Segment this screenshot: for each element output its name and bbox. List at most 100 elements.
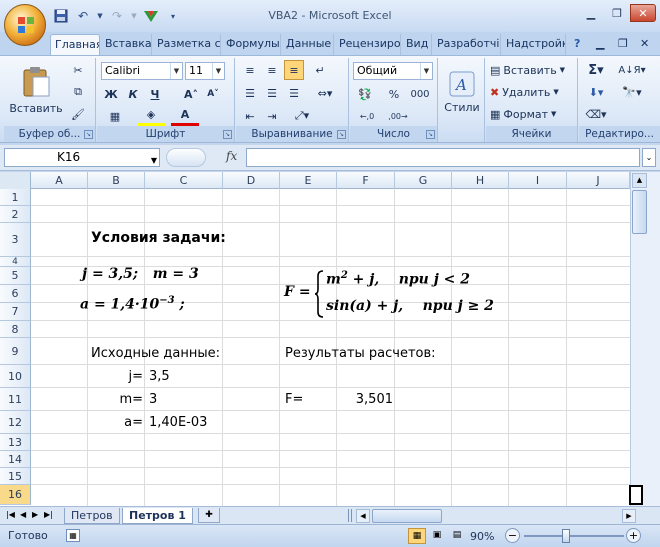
format-painter-icon[interactable]: 🖌 <box>68 104 88 124</box>
increase-indent-icon[interactable]: ⇥ <box>262 106 282 126</box>
insert-function-icon[interactable]: fx <box>226 149 237 163</box>
column-header-b[interactable]: B <box>88 172 145 189</box>
bold-button[interactable]: Ж <box>101 84 121 104</box>
zoom-in-button[interactable]: + <box>626 528 641 543</box>
scroll-left-icon[interactable]: ◀ <box>356 509 370 523</box>
sheet-nav-last-icon[interactable]: ▶| <box>44 510 53 519</box>
select-all-corner[interactable] <box>0 172 31 189</box>
autosum-icon[interactable]: Σ▾ <box>583 60 609 80</box>
align-middle-icon[interactable]: ≡ <box>262 60 282 80</box>
row-header-10[interactable]: 10 <box>0 365 31 388</box>
tab-insert[interactable]: Вставка <box>101 34 152 56</box>
sheet-tab-petrov[interactable]: Петров <box>64 508 120 524</box>
ribbon-minimize-icon[interactable]: ▁ <box>592 34 612 56</box>
macro-record-icon[interactable]: ▦ <box>66 529 80 542</box>
decrease-decimal-icon[interactable]: ,00→ <box>384 106 412 126</box>
sheet-tab-petrov-1[interactable]: Петров 1 <box>122 508 193 524</box>
tab-formulas[interactable]: Формулы <box>222 34 281 56</box>
cell-c10[interactable]: 3,5 <box>149 369 170 384</box>
row-header-4[interactable]: 4 <box>0 257 31 267</box>
delete-cells-button[interactable]: ✖ Удалить ▼ <box>490 82 559 102</box>
font-size-select[interactable]: 11 ▼ <box>185 62 225 80</box>
find-select-icon[interactable]: 🔭▾ <box>617 82 647 102</box>
row-header-6[interactable]: 6 <box>0 285 31 303</box>
column-header-f[interactable]: F <box>337 172 395 189</box>
column-header-e[interactable]: E <box>280 172 337 189</box>
row-header-16[interactable]: 16 <box>0 485 31 505</box>
ribbon-restore-icon[interactable]: ❐ <box>614 34 634 56</box>
row-header-13[interactable]: 13 <box>0 434 31 451</box>
align-right-icon[interactable]: ☰ <box>284 83 304 103</box>
align-center-icon[interactable]: ☰ <box>262 83 282 103</box>
fill-color-icon[interactable]: ◈ <box>137 106 165 126</box>
zoom-out-button[interactable]: − <box>505 528 520 543</box>
tab-data[interactable]: Данные <box>282 34 334 56</box>
dialog-launcher-icon[interactable]: ↘ <box>223 130 232 139</box>
font-name-select[interactable]: Calibri ▼ <box>101 62 183 80</box>
row-header-9[interactable]: 9 <box>0 338 31 365</box>
row-header-15[interactable]: 15 <box>0 468 31 485</box>
row-header-14[interactable]: 14 <box>0 451 31 468</box>
dialog-launcher-icon[interactable]: ↘ <box>337 130 346 139</box>
styles-button[interactable]: A Стили <box>442 62 482 122</box>
dialog-launcher-icon[interactable]: ↘ <box>426 130 435 139</box>
restore-icon[interactable]: ❐ <box>604 4 630 22</box>
tab-split-handle[interactable] <box>348 509 352 522</box>
thousands-button[interactable]: 000 <box>408 84 432 104</box>
row-header-12[interactable]: 12 <box>0 411 31 434</box>
office-button[interactable] <box>4 4 46 46</box>
sheet-nav-next-icon[interactable]: ▶ <box>32 510 38 519</box>
row-header-5[interactable]: 5 <box>0 267 31 285</box>
copy-icon[interactable]: ⧉ <box>68 82 88 102</box>
wrap-text-icon[interactable]: ↵ <box>310 60 330 80</box>
merge-center-icon[interactable]: ⇔▾ <box>310 83 340 103</box>
align-left-icon[interactable]: ☰ <box>240 83 260 103</box>
tab-review[interactable]: Рецензиро <box>335 34 401 56</box>
clear-icon[interactable]: ⌫▾ <box>583 104 609 124</box>
cell-b12[interactable]: a= <box>88 415 143 430</box>
cell-b11[interactable]: m= <box>88 392 143 407</box>
column-header-a[interactable]: A <box>31 172 88 189</box>
cell-f11[interactable]: 3,501 <box>338 392 393 407</box>
column-header-i[interactable]: I <box>509 172 567 189</box>
tab-addins[interactable]: Надстройк <box>502 34 566 56</box>
grow-font-icon[interactable]: A˄ <box>181 84 201 104</box>
sort-filter-icon[interactable]: A↓Я▾ <box>617 60 647 80</box>
sheet-nav-first-icon[interactable]: |◀ <box>6 510 15 519</box>
scroll-up-icon[interactable]: ▲ <box>632 173 647 188</box>
name-box[interactable]: K16 ▼ <box>4 148 160 167</box>
number-format-select[interactable]: Общий ▼ <box>353 62 433 80</box>
help-icon[interactable]: ? <box>570 34 588 56</box>
orientation-icon[interactable]: ⤢▾ <box>288 106 316 126</box>
align-bottom-icon[interactable]: ≡ <box>284 60 304 80</box>
expand-formula-bar-icon[interactable]: ⌄ <box>642 148 656 167</box>
scroll-thumb[interactable] <box>632 190 647 234</box>
row-header-11[interactable]: 11 <box>0 388 31 411</box>
shrink-font-icon[interactable]: A˅ <box>203 84 223 104</box>
zoom-level[interactable]: 90% <box>470 530 494 543</box>
tab-home[interactable]: Главная <box>50 34 100 56</box>
worksheet-grid[interactable]: A B C D E F G H I J 1 2 3 4 5 6 7 8 9 10… <box>0 172 630 506</box>
row-header-2[interactable]: 2 <box>0 206 31 223</box>
tab-page-layout[interactable]: Разметка с <box>153 34 221 56</box>
currency-icon[interactable]: 💱 <box>353 84 377 104</box>
zoom-slider-track[interactable] <box>524 535 624 537</box>
italic-button[interactable]: К <box>123 84 143 104</box>
borders-icon[interactable]: ▦ <box>101 106 129 126</box>
normal-view-icon[interactable]: ▦ <box>408 528 426 544</box>
minimize-icon[interactable]: ▁ <box>578 4 604 22</box>
cell-e9[interactable]: Результаты расчетов: <box>285 346 436 361</box>
row-header-7[interactable]: 7 <box>0 303 31 321</box>
cell-e11[interactable]: F= <box>285 392 303 407</box>
workbook-close-icon[interactable]: ✕ <box>636 34 656 56</box>
insert-sheet-icon[interactable]: ✚ <box>198 508 220 523</box>
zoom-slider-thumb[interactable] <box>562 529 570 543</box>
decrease-indent-icon[interactable]: ⇤ <box>240 106 260 126</box>
column-header-g[interactable]: G <box>395 172 452 189</box>
vertical-scrollbar[interactable]: ▲ <box>629 172 660 506</box>
tab-view[interactable]: Вид <box>402 34 432 56</box>
column-header-h[interactable]: H <box>452 172 509 189</box>
fill-icon[interactable]: ⬇▾ <box>583 82 609 102</box>
align-top-icon[interactable]: ≡ <box>240 60 260 80</box>
close-icon[interactable]: ✕ <box>630 4 656 22</box>
